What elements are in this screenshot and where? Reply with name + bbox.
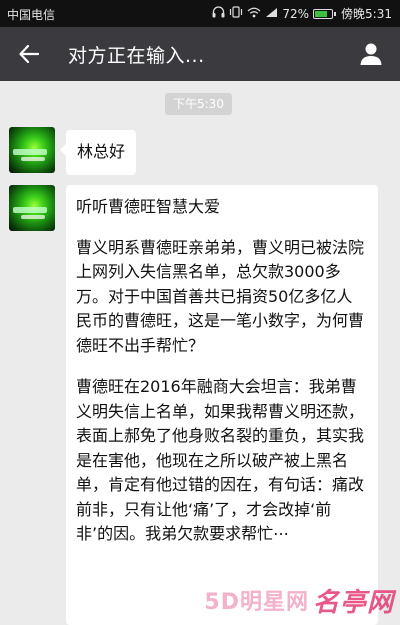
- message-bubble[interactable]: 林总好: [59, 130, 137, 175]
- battery-icon: [313, 8, 337, 19]
- battery-percent: 72%: [282, 6, 310, 21]
- signal-icon: [265, 7, 278, 21]
- message-paragraph: 曹义明系曹德旺亲弟弟，曹义明已被法院上网列入失信黑名单，总欠款3000多万。对于…: [76, 237, 365, 355]
- back-arrow-icon: [19, 45, 39, 63]
- back-button[interactable]: [14, 39, 44, 69]
- message-text: 林总好: [77, 142, 126, 161]
- message-bubble[interactable]: 听听曹德旺智慧大爱 曹义明系曹德旺亲弟弟，曹义明已被法院上网列入失信黑名单，总欠…: [66, 185, 378, 625]
- person-icon: [360, 43, 382, 65]
- clock: 傍晚5:31: [341, 7, 392, 21]
- watermark-text: 名亭网: [312, 587, 394, 618]
- status-icons: 72% 傍晚5:31: [212, 5, 392, 22]
- message-timestamp: 下午5:30: [165, 93, 232, 115]
- sender-avatar[interactable]: [9, 127, 55, 173]
- wifi-icon: [247, 7, 261, 21]
- watermark-text: 5D明星网: [204, 590, 309, 615]
- site-watermark: 5D明星网 名亭网: [204, 578, 394, 622]
- carrier-label: 中国电信: [7, 8, 56, 22]
- headphones-icon: [212, 6, 225, 21]
- sender-avatar[interactable]: [9, 185, 55, 231]
- chat-header: 对方正在输入...: [0, 27, 400, 81]
- vibrate-icon: [229, 6, 243, 21]
- message-paragraph: 听听曹德旺智慧大爱: [76, 197, 221, 216]
- chat-title: 对方正在输入...: [68, 45, 205, 67]
- status-bar: 中国电信 72% 傍晚5:31: [0, 0, 400, 27]
- message-paragraph: 曹德旺在2016年融商大会坦言：我弟曹义明失信上名单，如果我帮曹义明还款，表面上…: [76, 377, 365, 543]
- profile-button[interactable]: [356, 39, 386, 69]
